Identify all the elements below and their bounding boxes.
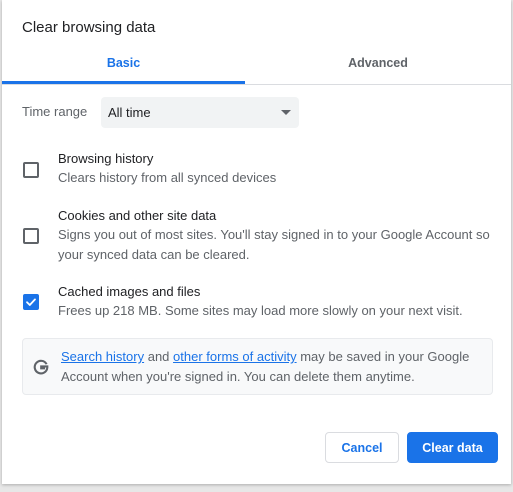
cached-images-checkbox[interactable] (23, 294, 39, 310)
other-activity-link[interactable]: other forms of activity (173, 349, 297, 364)
time-range-value: All time (108, 105, 151, 120)
info-and-text: and (147, 349, 170, 364)
tab-basic[interactable]: Basic (2, 44, 245, 84)
option-title: Cached images and files (58, 284, 201, 299)
clear-data-button[interactable]: Clear data (407, 432, 498, 463)
info-text: Search history and other forms of activi… (61, 347, 481, 387)
google-g-icon (33, 359, 49, 375)
option-description: Clears history from all synced devices (58, 170, 277, 185)
dialog-title: Clear browsing data (22, 19, 156, 36)
tab-bar: Basic Advanced (2, 44, 511, 85)
checkmark-icon (26, 298, 36, 306)
option-description: Signs you out of most sites. You'll stay… (58, 227, 490, 262)
cookies-checkbox[interactable] (23, 228, 39, 244)
tab-selected-indicator (2, 81, 245, 84)
search-history-link[interactable]: Search history (61, 349, 144, 364)
tab-advanced[interactable]: Advanced (245, 44, 511, 84)
browsing-history-checkbox[interactable] (23, 162, 39, 178)
clear-browsing-data-dialog: Clear browsing data Basic Advanced Time … (2, 0, 511, 484)
cancel-button[interactable]: Cancel (325, 432, 399, 463)
time-range-select[interactable]: All time (101, 97, 299, 128)
option-title: Cookies and other site data (58, 208, 217, 223)
google-activity-info: Search history and other forms of activi… (22, 338, 493, 395)
time-range-label: Time range (22, 104, 88, 119)
option-title: Browsing history (58, 151, 154, 166)
option-description: Frees up 218 MB. Some sites may load mor… (58, 303, 463, 318)
dropdown-arrow-icon (281, 110, 291, 115)
